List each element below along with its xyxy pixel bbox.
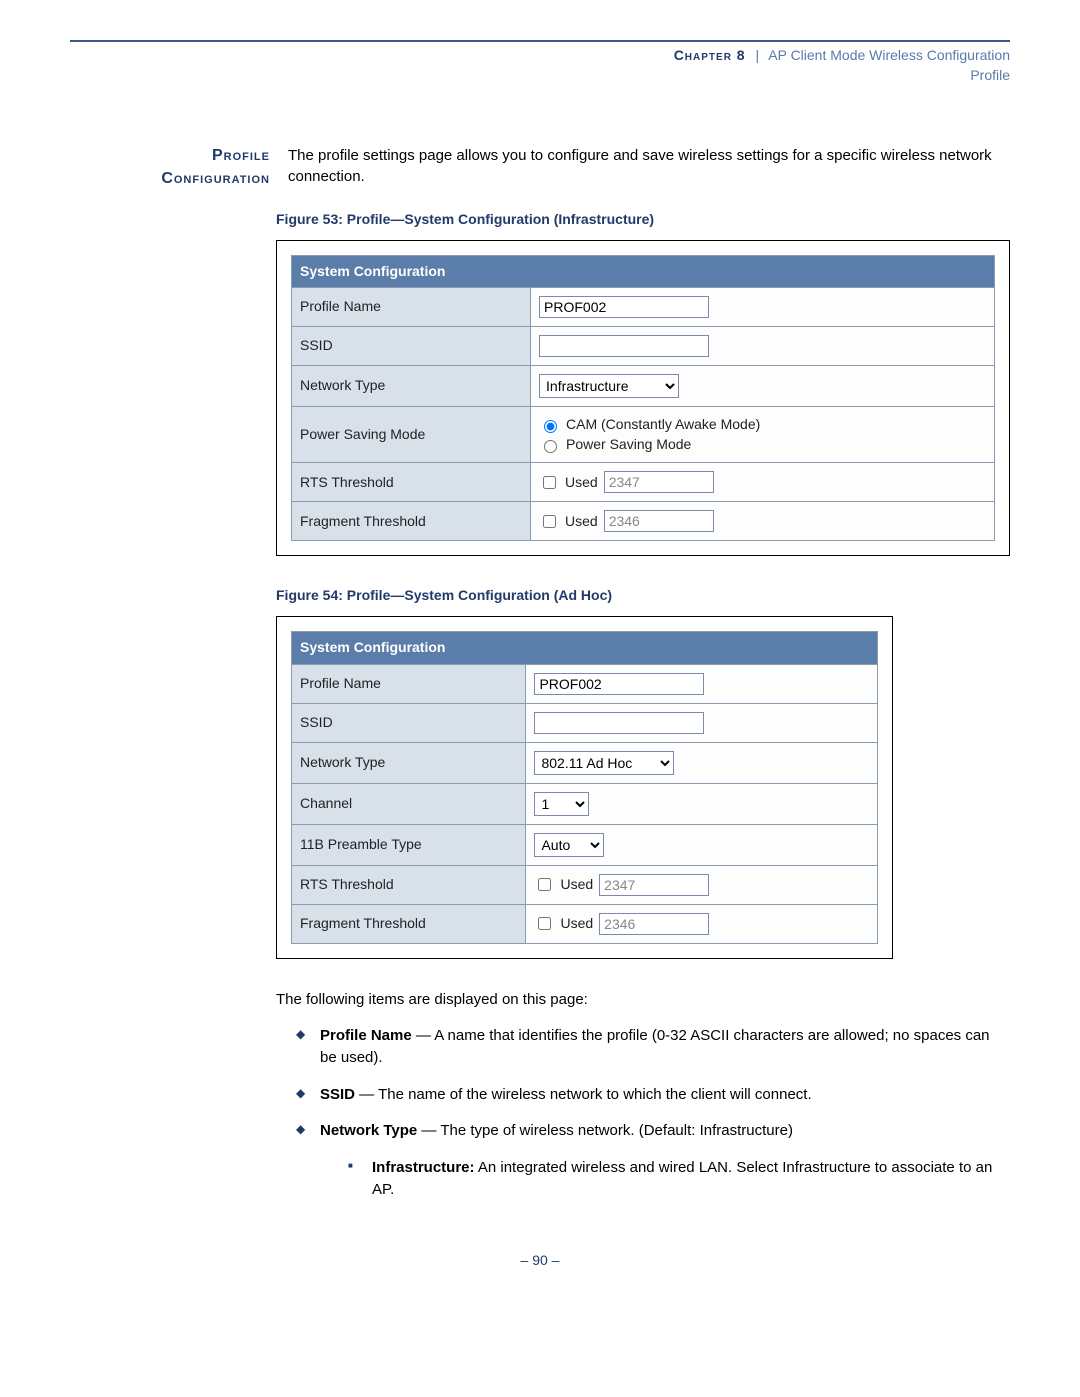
table-row: Fragment Threshold Used (292, 904, 878, 943)
system-config-table-adhoc: System Configuration Profile Name SSID N… (291, 631, 878, 944)
rts-used-checkbox[interactable] (543, 476, 556, 489)
table-row: Power Saving Mode CAM (Constantly Awake … (292, 407, 995, 463)
chapter-title: AP Client Mode Wireless Configuration (768, 47, 1010, 63)
intro-paragraph: The profile settings page allows you to … (288, 145, 1010, 187)
rts-used-label: Used (565, 473, 598, 493)
network-type-select[interactable]: 802.11 Ad Hoc (534, 751, 674, 775)
list-item: Network Type — The type of wireless netw… (296, 1120, 1010, 1202)
items-list: Profile Name — A name that identifies th… (276, 1025, 1010, 1202)
figure54-box: System Configuration Profile Name SSID N… (276, 616, 893, 959)
divider: | (749, 47, 765, 63)
system-config-table-infra: System Configuration Profile Name SSID N… (291, 255, 995, 542)
network-type-desc: — The type of wireless network. (Default… (417, 1122, 793, 1139)
header-subtitle: Profile (970, 67, 1010, 83)
list-item: SSID — The name of the wireless network … (296, 1084, 1010, 1107)
ssid-label: SSID (292, 703, 526, 742)
ssid-term: SSID (320, 1086, 355, 1103)
profile-name-input[interactable] (534, 673, 704, 695)
cam-radio[interactable] (544, 420, 557, 433)
preamble-label: 11B Preamble Type (292, 824, 526, 865)
psm-radio-label: Power Saving Mode (566, 435, 691, 455)
network-type-label: Network Type (292, 366, 531, 407)
list-item: Infrastructure: An integrated wireless a… (348, 1157, 1010, 1202)
profile-name-term: Profile Name (320, 1027, 412, 1044)
channel-select[interactable]: 1 (534, 792, 589, 816)
rts-used-checkbox[interactable] (538, 878, 551, 891)
rts-label: RTS Threshold (292, 865, 526, 904)
table-row: RTS Threshold Used (292, 463, 995, 502)
table-header: System Configuration (292, 631, 878, 664)
table-row: Network Type Infrastructure (292, 366, 995, 407)
ssid-desc: — The name of the wireless network to wh… (355, 1086, 812, 1103)
ssid-input[interactable] (534, 712, 704, 734)
fragment-used-checkbox[interactable] (543, 515, 556, 528)
table-header: System Configuration (292, 255, 995, 288)
page-number: – 90 – (70, 1252, 1010, 1268)
chapter-label: Chapter 8 (674, 47, 746, 63)
ssid-input[interactable] (539, 335, 709, 357)
network-type-label: Network Type (292, 742, 526, 783)
profile-name-input[interactable] (539, 296, 709, 318)
fragment-label: Fragment Threshold (292, 502, 531, 541)
fragment-value-input[interactable] (604, 510, 714, 532)
rts-label: RTS Threshold (292, 463, 531, 502)
table-row: Fragment Threshold Used (292, 502, 995, 541)
table-row: SSID (292, 703, 878, 742)
page-header: Chapter 8 | AP Client Mode Wireless Conf… (70, 46, 1010, 85)
list-item: Profile Name — A name that identifies th… (296, 1025, 1010, 1070)
table-row: Profile Name (292, 664, 878, 703)
rts-value-input[interactable] (599, 874, 709, 896)
power-saving-label: Power Saving Mode (292, 407, 531, 463)
table-row: Network Type 802.11 Ad Hoc (292, 742, 878, 783)
items-intro: The following items are displayed on thi… (276, 989, 1010, 1010)
fragment-used-label: Used (560, 914, 593, 934)
network-type-term: Network Type (320, 1122, 417, 1139)
sub-list: Infrastructure: An integrated wireless a… (320, 1157, 1010, 1202)
fragment-value-input[interactable] (599, 913, 709, 935)
infrastructure-term: Infrastructure: (372, 1159, 475, 1176)
figure54-caption: Figure 54: Profile—System Configuration … (276, 586, 1010, 606)
figure53-caption: Figure 53: Profile—System Configuration … (276, 210, 1010, 230)
rts-value-input[interactable] (604, 471, 714, 493)
fragment-used-label: Used (565, 512, 598, 532)
figure53-box: System Configuration Profile Name SSID N… (276, 240, 1010, 557)
network-type-select[interactable]: Infrastructure (539, 374, 679, 398)
fragment-label: Fragment Threshold (292, 904, 526, 943)
table-row: 11B Preamble Type Auto (292, 824, 878, 865)
cam-radio-label: CAM (Constantly Awake Mode) (566, 415, 760, 435)
fragment-used-checkbox[interactable] (538, 917, 551, 930)
table-row: Profile Name (292, 288, 995, 327)
preamble-select[interactable]: Auto (534, 833, 604, 857)
ssid-label: SSID (292, 327, 531, 366)
table-row: RTS Threshold Used (292, 865, 878, 904)
rts-used-label: Used (560, 875, 593, 895)
table-row: Channel 1 (292, 783, 878, 824)
profile-name-desc: — A name that identifies the profile (0-… (320, 1027, 990, 1067)
channel-label: Channel (292, 783, 526, 824)
table-row: SSID (292, 327, 995, 366)
profile-name-label: Profile Name (292, 288, 531, 327)
profile-name-label: Profile Name (292, 664, 526, 703)
section-heading: Profile Configuration (70, 145, 288, 190)
psm-radio[interactable] (544, 440, 557, 453)
